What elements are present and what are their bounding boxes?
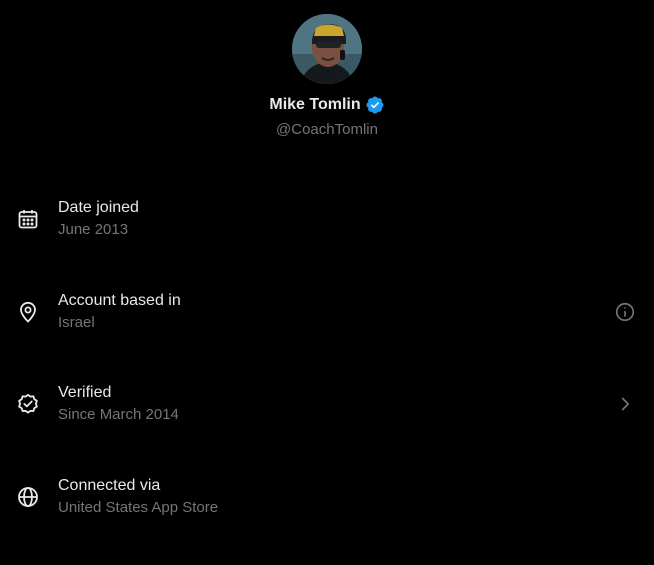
row-subtitle: June 2013 [58,221,129,238]
username-handle: @CoachTomlin [276,121,378,138]
info-icon[interactable] [614,301,636,323]
row-text: Verified Since March 2014 [58,382,179,426]
location-pin-icon [16,300,40,324]
display-name: Mike Tomlin [269,96,361,113]
row-subtitle: Since March 2014 [58,406,179,423]
row-text: Account based in Israel [58,290,181,334]
row-title: Verified [58,384,112,401]
verified-badge-icon [365,95,385,115]
profile-header: Mike Tomlin @CoachTomlin [0,14,654,138]
verified-check-icon [16,392,40,416]
avatar[interactable] [292,14,362,84]
globe-icon [16,485,40,509]
about-row-connected-via: Connected via United States App Store [0,467,654,527]
row-title: Account based in [58,292,181,309]
row-title: Date joined [58,199,139,216]
chevron-right-icon[interactable] [614,393,636,415]
row-subtitle: United States App Store [58,499,219,516]
about-row-date-joined: Date joined June 2013 [0,189,654,249]
about-row-account-based-in: Account based in Israel [0,282,654,342]
row-text: Date joined June 2013 [58,197,139,241]
name-row: Mike Tomlin [269,95,384,115]
row-text: Connected via United States App Store [58,475,218,519]
about-row-verified[interactable]: Verified Since March 2014 [0,374,654,434]
row-title: Connected via [58,477,161,494]
row-subtitle: Israel [58,314,95,331]
calendar-icon [16,207,40,231]
